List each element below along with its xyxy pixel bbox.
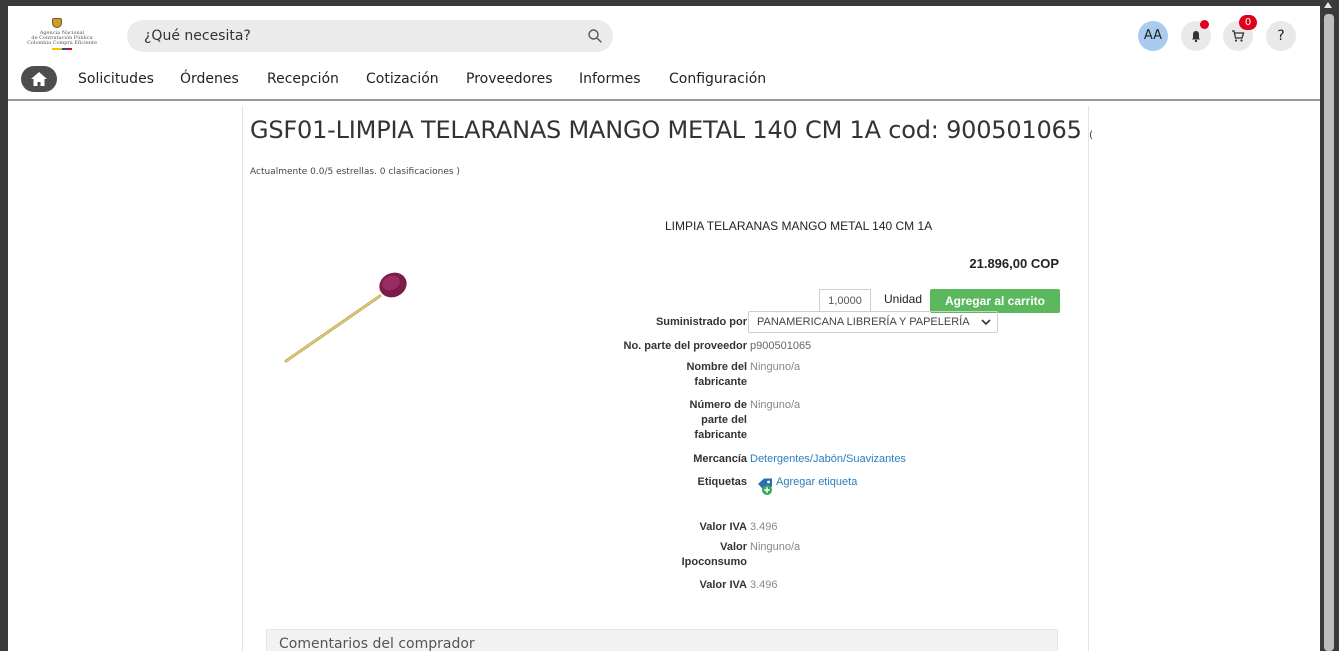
quantity-input[interactable]: 1,0000 xyxy=(819,289,871,312)
supplier-select-value: PANAMERICANA LIBRERÍA Y PAPELERÍA xyxy=(757,316,970,328)
manufacturer-value: Ninguno/a xyxy=(750,361,801,373)
unit-label: Unidad xyxy=(884,292,923,306)
iva-value-2: 3.496 xyxy=(750,579,778,591)
chevron-down-icon xyxy=(981,319,991,326)
cart-count-badge: 0 xyxy=(1239,15,1257,30)
main-nav: Solicitudes Órdenes Recepción Cotización… xyxy=(8,64,1320,101)
nav-item-proveedores[interactable]: Proveedores xyxy=(466,71,553,87)
nav-item-informes[interactable]: Informes xyxy=(579,71,641,87)
search-placeholder: ¿Qué necesita? xyxy=(144,28,251,44)
nav-item-configuracion[interactable]: Configuración xyxy=(669,71,766,87)
home-icon xyxy=(31,72,47,86)
rating-text: Actualmente 0.0/5 estrellas. 0 clasifica… xyxy=(250,167,460,177)
buyer-comments-section[interactable]: Comentarios del comprador xyxy=(266,629,1058,651)
add-tag-link[interactable]: Agregar etiqueta xyxy=(776,475,857,490)
notification-dot xyxy=(1200,20,1209,29)
agency-logo[interactable]: Agencia Nacional de Contratación Pública… xyxy=(16,18,108,54)
manufacturer-part-label: Número de parte del fabricante xyxy=(689,399,747,441)
buyer-comments-title: Comentarios del comprador xyxy=(279,636,475,651)
product-image xyxy=(284,272,407,363)
product-panel xyxy=(242,106,1089,651)
iva-label: Valor IVA xyxy=(699,521,747,533)
manufacturer-label: Nombre del fabricante xyxy=(686,361,747,388)
product-name: LIMPIA TELARANAS MANGO METAL 140 CM 1A xyxy=(665,219,933,233)
page-scrollbar[interactable] xyxy=(1320,0,1339,651)
commodity-link[interactable]: Detergentes/Jabón/Suavizantes xyxy=(750,452,906,467)
supplier-part-value: p900501065 xyxy=(750,340,812,352)
flag-stripe xyxy=(52,48,72,50)
page-title: GSF01-LIMPIA TELARANAS MANGO METAL 140 C… xyxy=(250,116,1093,144)
ipoconsumo-value: Ninguno/a xyxy=(750,541,801,553)
search-icon[interactable] xyxy=(587,28,603,44)
nav-item-recepcion[interactable]: Recepción xyxy=(267,71,339,87)
cart-button[interactable]: 0 xyxy=(1223,15,1257,51)
help-button[interactable]: ? xyxy=(1266,21,1296,51)
add-to-cart-button[interactable]: Agregar al carrito xyxy=(930,289,1060,313)
manufacturer-part-value: Ninguno/a xyxy=(750,399,801,411)
commodity-label: Mercancía xyxy=(693,453,747,465)
cart-icon xyxy=(1232,30,1245,42)
supplied-by-label: Suministrado por xyxy=(655,316,747,328)
coat-of-arms-icon xyxy=(52,18,62,28)
tags-label: Etiquetas xyxy=(697,476,747,488)
top-header: Agencia Nacional de Contratación Pública… xyxy=(8,6,1320,64)
nav-item-cotizacion[interactable]: Cotización xyxy=(366,71,439,87)
iva-label-2: Valor IVA xyxy=(699,579,747,591)
browser-viewport: Agencia Nacional de Contratación Pública… xyxy=(8,6,1320,651)
scrollbar-thumb[interactable] xyxy=(1324,14,1334,651)
search-input[interactable]: ¿Qué necesita? xyxy=(127,20,613,52)
nav-item-ordenes[interactable]: Órdenes xyxy=(180,71,239,87)
avatar[interactable]: AA xyxy=(1138,21,1168,51)
nav-item-solicitudes[interactable]: Solicitudes xyxy=(78,71,154,87)
home-button[interactable] xyxy=(21,66,57,92)
ipoconsumo-label: Valor Ipoconsumo xyxy=(681,541,747,568)
tag-add-icon[interactable] xyxy=(756,478,774,496)
logo-line-3: Colombia Compra Eficiente xyxy=(27,40,97,46)
iva-value: 3.496 xyxy=(750,521,778,533)
supplier-part-label: No. parte del proveedor xyxy=(623,340,747,352)
scroll-up-icon[interactable] xyxy=(1324,2,1332,8)
bell-icon xyxy=(1192,31,1200,43)
product-title-text: GSF01-LIMPIA TELARANAS MANGO METAL 140 C… xyxy=(250,116,1082,144)
supplier-select[interactable]: PANAMERICANA LIBRERÍA Y PAPELERÍA xyxy=(748,311,998,333)
notifications-button[interactable] xyxy=(1181,20,1211,51)
title-suffix: ( xyxy=(1089,130,1093,141)
product-price: 21.896,00 COP xyxy=(969,256,1059,271)
